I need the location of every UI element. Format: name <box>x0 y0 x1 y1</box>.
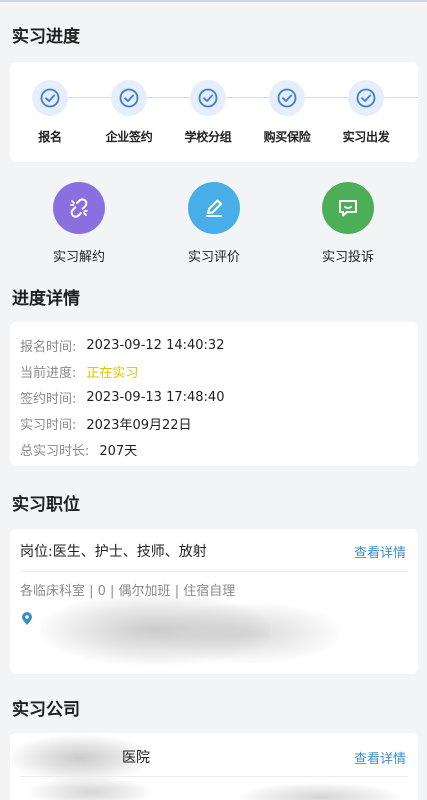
check-circle-icon <box>269 80 305 116</box>
progress-details-card: 报名时间: 2023-09-12 14:40:32 当前进度: 正在实习 签约时… <box>10 322 418 466</box>
action-label: 实习评价 <box>187 250 240 265</box>
detail-value: 2023年09月22日 <box>86 417 192 433</box>
check-circle-icon <box>348 80 384 116</box>
detail-value: 207天 <box>99 443 138 459</box>
company-card[interactable]: 医院 查看详情 <box>10 733 418 800</box>
check-circle-icon <box>190 80 226 116</box>
company-view-details-link[interactable]: 查看详情 <box>354 748 406 767</box>
step-label: 购买保险 <box>263 130 311 144</box>
step-signup: 报名 <box>10 80 90 145</box>
evaluate-internship-button[interactable]: 实习评价 <box>164 182 264 265</box>
step-school-group: 学校分组 <box>168 80 248 145</box>
detail-row-signup-time: 报名时间: 2023-09-12 14:40:32 <box>20 332 408 358</box>
detail-value: 2023-09-13 17:48:40 <box>86 389 225 405</box>
top-border <box>0 0 427 2</box>
message-icon <box>322 182 374 234</box>
position-card[interactable]: 岗位:医生、护士、技师、放射 查看详情 各临床科室 | 0 | 偶尔加班 | 住… <box>10 529 418 674</box>
position-section-title: 实习职位 <box>12 495 80 515</box>
detail-row-total-duration: 总实习时长: 207天 <box>20 436 408 462</box>
detail-value: 2023-09-12 14:40:32 <box>86 337 225 353</box>
progress-section-title: 实习进度 <box>12 27 80 47</box>
terminate-internship-button[interactable]: 实习解约 <box>29 182 129 265</box>
progress-steps-card: 报名 企业签约 学校分组 购买保险 实习出发 <box>10 62 418 162</box>
check-circle-icon <box>111 80 147 116</box>
detail-key: 当前进度: <box>20 365 77 381</box>
step-company-sign: 企业签约 <box>89 80 169 145</box>
step-depart: 实习出发 <box>326 80 406 145</box>
action-label: 实习解约 <box>52 250 105 265</box>
unlink-icon <box>53 182 105 234</box>
detail-row-sign-time: 签约时间: 2023-09-13 17:48:40 <box>20 384 408 410</box>
redaction-blur <box>160 603 340 663</box>
status-badge: 正在实习 <box>86 365 139 381</box>
position-view-details-link[interactable]: 查看详情 <box>354 542 406 561</box>
step-label: 学校分组 <box>184 130 232 144</box>
detail-key: 报名时间: <box>20 339 77 355</box>
location-pin-icon <box>21 611 33 630</box>
detail-key: 签约时间: <box>20 391 77 407</box>
step-label: 实习出发 <box>342 130 390 144</box>
pencil-icon <box>188 182 240 234</box>
step-label: 企业签约 <box>105 130 153 144</box>
company-section-title: 实习公司 <box>12 700 80 720</box>
detail-key: 总实习时长: <box>20 443 90 459</box>
check-circle-icon <box>32 80 68 116</box>
redaction-blur <box>30 777 150 800</box>
details-section-title: 进度详情 <box>12 289 80 309</box>
divider <box>20 571 408 572</box>
redaction-blur <box>240 783 400 800</box>
position-title: 岗位:医生、护士、技师、放射 <box>20 544 207 560</box>
detail-key: 实习时间: <box>20 417 77 433</box>
detail-row-current-progress: 当前进度: 正在实习 <box>20 358 408 384</box>
step-insurance: 购买保险 <box>247 80 327 145</box>
detail-row-internship-time: 实习时间: 2023年09月22日 <box>20 410 408 436</box>
company-name: 医院 <box>122 750 150 766</box>
complain-internship-button[interactable]: 实习投诉 <box>298 182 398 265</box>
step-label: 报名 <box>38 130 62 144</box>
action-label: 实习投诉 <box>321 250 374 265</box>
